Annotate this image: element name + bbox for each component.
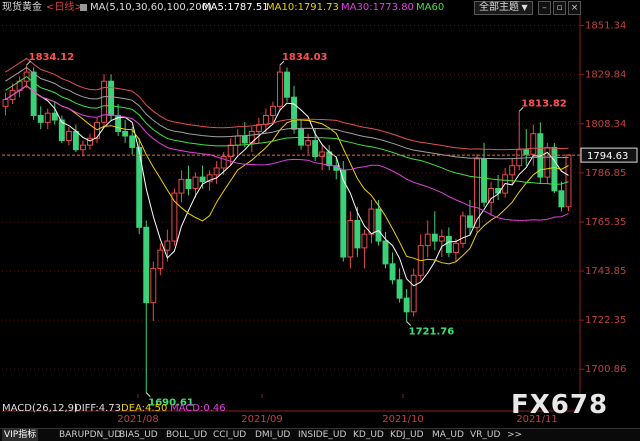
chart-window: 现货黄金 <日线> MA(5,10,30,60,100,200) MA5:178…: [0, 0, 640, 441]
candle[interactable]: [150, 267, 157, 304]
candle[interactable]: [368, 208, 375, 235]
candle[interactable]: [269, 105, 276, 116]
y-tick-label: 1743.85: [585, 266, 626, 277]
candle[interactable]: [424, 233, 431, 247]
candle[interactable]: [481, 158, 487, 203]
candle[interactable]: [467, 215, 473, 228]
candle[interactable]: [108, 80, 115, 116]
candle[interactable]: [389, 263, 396, 281]
candle[interactable]: [312, 140, 319, 158]
candle[interactable]: [171, 192, 178, 242]
annotation-pointer: [406, 321, 411, 326]
candle[interactable]: [192, 176, 199, 190]
candle[interactable]: [438, 235, 445, 242]
annotations-layer: 1834.12 1834.031813.821721.761690.61: [2, 52, 580, 409]
candlestick-chart[interactable]: 1851.34 1829.84 1808.34 1786.85 1765.35 1743.…: [0, 0, 640, 426]
candles-layer: [2, 64, 572, 393]
candle[interactable]: [234, 135, 241, 146]
candle[interactable]: [44, 112, 51, 123]
candle[interactable]: [375, 208, 382, 242]
candle[interactable]: [305, 140, 312, 146]
candle[interactable]: [431, 233, 438, 242]
indicator-tab[interactable]: BOLL_UD: [166, 429, 207, 441]
candle[interactable]: [284, 71, 290, 98]
candle[interactable]: [347, 219, 354, 258]
candle[interactable]: [445, 235, 452, 253]
y-tick-label: 1829.84: [585, 70, 626, 81]
annotation-pointer: [145, 392, 151, 397]
price-annotation: 1721.76: [409, 326, 455, 337]
indicator-tab[interactable]: VR_UD: [470, 429, 500, 441]
indicator-tab[interactable]: BARUPDN_UD: [59, 429, 121, 441]
more-tabs-button[interactable]: >>: [507, 429, 522, 441]
candle[interactable]: [354, 219, 361, 249]
candle[interactable]: [178, 178, 185, 194]
macd-diff: DIFF:4.73: [74, 403, 122, 414]
candle[interactable]: [241, 135, 248, 144]
candle[interactable]: [523, 149, 530, 155]
macd-params: MACD(26,12,9): [2, 403, 78, 414]
candle[interactable]: [382, 240, 389, 265]
y-tick-label: 1786.85: [585, 168, 626, 179]
current-price-label: 1794.63: [587, 151, 628, 162]
candle[interactable]: [403, 297, 410, 313]
indicator-tab[interactable]: DMI_UD: [255, 429, 290, 441]
x-tick-label: 2021/10: [382, 414, 424, 425]
candle[interactable]: [558, 190, 565, 208]
indicator-tab[interactable]: VIP指标: [2, 429, 39, 441]
indicator-tabs: VIP指标 BARUPDN_UD BIAS_UD BOLL_UD CCI_UD DMI_U…: [0, 428, 640, 441]
y-tick-label: 1765.35: [585, 217, 626, 228]
current-price-tag: 1794.63: [580, 147, 638, 163]
candle[interactable]: [361, 233, 368, 249]
price-annotation: 1834.03: [282, 52, 328, 63]
candle[interactable]: [37, 114, 44, 123]
y-tick-label: 1851.34: [585, 21, 626, 32]
candle[interactable]: [530, 133, 537, 155]
candle[interactable]: [30, 71, 37, 116]
candle[interactable]: [72, 130, 79, 151]
candle[interactable]: [65, 130, 72, 142]
candle[interactable]: [396, 279, 403, 299]
candle[interactable]: [143, 226, 150, 304]
candle[interactable]: [452, 242, 459, 253]
candle[interactable]: [122, 130, 129, 137]
indicator-tab[interactable]: MA_UD: [432, 429, 464, 441]
candle[interactable]: [129, 135, 136, 148]
grid-lines: [2, 15, 584, 394]
candle[interactable]: [157, 249, 164, 269]
x-tick-label: 2021/09: [241, 414, 283, 425]
macd-value: MACD:0.46: [170, 403, 226, 414]
candle[interactable]: [185, 178, 192, 190]
candle[interactable]: [291, 96, 297, 130]
indicator-tab[interactable]: KD_UD: [353, 429, 384, 441]
candle[interactable]: [326, 151, 333, 167]
candle[interactable]: [319, 151, 326, 158]
candle[interactable]: [509, 165, 516, 176]
indicator-tab[interactable]: BIAS_UD: [119, 429, 158, 441]
y-tick-label: 1808.34: [585, 119, 626, 130]
candle[interactable]: [277, 71, 283, 107]
candle[interactable]: [565, 154, 572, 208]
candle[interactable]: [164, 240, 171, 251]
price-annotation: 1813.82: [521, 98, 567, 109]
candle[interactable]: [199, 176, 206, 183]
price-annotation: 1834.12: [29, 52, 75, 63]
candle[interactable]: [410, 274, 417, 313]
watermark-logo: FX678: [511, 390, 609, 420]
price-axis: 1851.34 1829.84 1808.34 1786.85 1765.35 1743.…: [585, 21, 626, 376]
candle[interactable]: [488, 188, 495, 203]
indicator-tab[interactable]: CCI_UD: [213, 429, 246, 441]
indicator-tab[interactable]: KDJ_UD: [390, 429, 424, 441]
y-tick-label: 1722.35: [585, 315, 626, 326]
y-tick-label: 1700.86: [585, 364, 626, 375]
candle[interactable]: [262, 114, 269, 126]
indicator-tab[interactable]: INSIDE_UD: [298, 429, 346, 441]
candle[interactable]: [2, 98, 9, 107]
candle[interactable]: [51, 112, 58, 121]
candle[interactable]: [213, 167, 220, 176]
candle[interactable]: [79, 144, 86, 151]
candle[interactable]: [87, 137, 93, 146]
macd-dea: DEA:4.50: [121, 403, 168, 414]
